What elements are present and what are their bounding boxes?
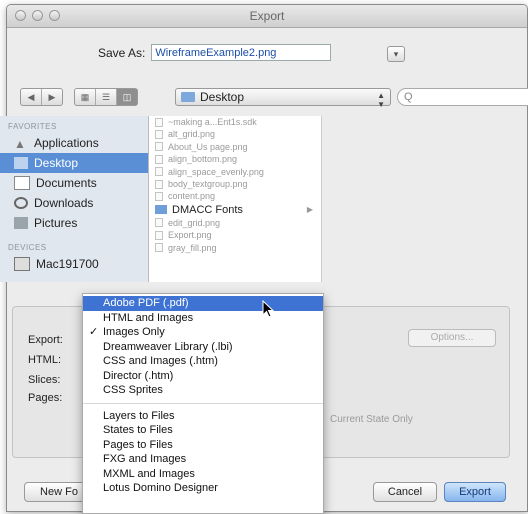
file-icon — [155, 218, 163, 228]
menu-item-html-and-images[interactable]: HTML and Images — [83, 311, 323, 326]
menu-item-pages-to-files[interactable]: Pages to Files — [83, 438, 323, 453]
column-view-icon[interactable]: ◫ — [117, 89, 137, 105]
list-item[interactable]: About_Us page.png — [149, 141, 321, 153]
menu-item-states-to-files[interactable]: States to Files — [83, 423, 323, 438]
menu-item-lotus-domino-designer[interactable]: Lotus Domino Designer — [83, 481, 323, 496]
location-popup[interactable]: Desktop ▲ ▼ — [175, 88, 391, 109]
list-view-icon[interactable]: ☰ — [96, 89, 117, 105]
computer-icon — [14, 257, 30, 271]
window-title: Export — [249, 9, 285, 23]
options-button[interactable]: Options... — [408, 329, 496, 347]
list-item[interactable]: align_bottom.png — [149, 153, 321, 165]
sidebar-item-label: Desktop — [34, 156, 79, 170]
sidebar-item-pictures[interactable]: Pictures — [0, 213, 148, 233]
file-icon — [155, 230, 163, 240]
back-icon[interactable]: ◀ — [21, 89, 42, 105]
export-label: Export: — [28, 334, 63, 346]
pages-label: Pages: — [28, 392, 63, 404]
current-state-only-checkbox[interactable]: Current State Only — [330, 414, 413, 425]
sidebar: FAVORITES ▲ Applications Desktop Documen… — [0, 116, 149, 282]
save-as-row: Save As: — [98, 44, 332, 61]
list-item[interactable]: align_space_evenly.png — [149, 166, 321, 178]
updown-arrows-icon: ▲ ▼ — [377, 91, 385, 109]
pictures-icon — [14, 217, 28, 229]
applications-icon: ▲ — [14, 137, 26, 151]
sidebar-item-documents[interactable]: Documents — [0, 173, 148, 193]
save-as-label: Save As: — [98, 45, 146, 60]
file-icon — [155, 142, 163, 152]
mouse-pointer-icon — [262, 300, 275, 318]
list-item[interactable]: content.png — [149, 190, 321, 202]
list-item-folder[interactable]: DMACC Fonts ▶ — [149, 203, 321, 217]
chevron-right-icon: ▶ — [306, 204, 313, 214]
folder-icon — [155, 205, 167, 215]
menu-item-layers-to-files[interactable]: Layers to Files — [83, 409, 323, 424]
html-label: HTML: — [28, 354, 61, 366]
menu-item-fxg-and-images[interactable]: FXG and Images — [83, 452, 323, 467]
list-item[interactable]: ~making a...Ent1s.sdk — [149, 116, 321, 128]
sidebar-item-label: Applications — [34, 136, 99, 150]
cancel-button[interactable]: Cancel — [373, 482, 437, 502]
file-list: ~making a...Ent1s.sdk alt_grid.png About… — [149, 116, 322, 282]
sidebar-item-label: Downloads — [34, 196, 94, 210]
icon-view-icon[interactable]: ▦ — [75, 89, 96, 105]
menu-item-css-sprites[interactable]: CSS Sprites — [83, 383, 323, 398]
menu-separator — [83, 402, 323, 404]
expand-dialog-button[interactable]: ▾ — [387, 46, 405, 62]
file-icon — [155, 192, 163, 202]
sidebar-item-mac191700[interactable]: Mac191700 — [0, 254, 148, 274]
file-icon — [155, 130, 163, 140]
desktop-icon — [14, 157, 28, 169]
list-item[interactable]: body_textgroup.png — [149, 178, 321, 190]
sidebar-item-downloads[interactable]: Downloads — [0, 193, 148, 213]
export-type-menu: Adobe PDF (.pdf) HTML and Images ✓ Images… — [82, 293, 324, 514]
location-label: Desktop — [200, 90, 245, 104]
list-item[interactable]: Export.png — [149, 229, 321, 241]
sidebar-item-label: Documents — [36, 176, 97, 190]
devices-header: DEVICES — [8, 243, 47, 252]
slices-label: Slices: — [28, 374, 61, 386]
view-mode-buttons: ▦ ☰ ◫ — [74, 88, 138, 106]
sidebar-item-label: Pictures — [34, 216, 78, 230]
checkmark-icon: ✓ — [89, 326, 99, 338]
title-bar: Export — [7, 5, 527, 28]
list-item[interactable]: alt_grid.png — [149, 128, 321, 140]
menu-item-images-only[interactable]: ✓ Images Only — [83, 325, 323, 340]
folder-icon — [181, 92, 195, 102]
export-button[interactable]: Export — [444, 482, 506, 502]
file-icon — [155, 243, 163, 253]
file-icon — [155, 179, 163, 189]
list-item[interactable]: edit_grid.png — [149, 217, 321, 229]
sidebar-item-desktop[interactable]: Desktop — [0, 153, 148, 173]
search-field[interactable]: Q — [397, 88, 528, 106]
favorites-header: FAVORITES — [8, 122, 57, 131]
menu-item-director[interactable]: Director (.htm) — [83, 369, 323, 384]
sidebar-item-label: Mac191700 — [36, 257, 99, 271]
menu-item-dreamweaver-library[interactable]: Dreamweaver Library (.lbi) — [83, 340, 323, 355]
menu-item-adobe-pdf[interactable]: Adobe PDF (.pdf) — [83, 296, 323, 311]
menu-item-mxml-and-images[interactable]: MXML and Images — [83, 467, 323, 482]
file-icon — [155, 117, 163, 127]
forward-icon[interactable]: ▶ — [42, 89, 62, 105]
save-as-field[interactable] — [151, 44, 332, 61]
browser-toolbar: ◀ ▶ ▦ ☰ ◫ Desktop ▲ ▼ Q — [12, 86, 528, 109]
list-item[interactable]: gray_fill.png — [149, 242, 321, 254]
sidebar-item-applications[interactable]: ▲ Applications — [0, 133, 148, 153]
back-forward-buttons: ◀ ▶ — [20, 88, 63, 106]
downloads-icon — [14, 197, 28, 209]
menu-item-css-and-images[interactable]: CSS and Images (.htm) — [83, 354, 323, 369]
file-icon — [155, 167, 163, 177]
file-icon — [155, 154, 163, 164]
documents-icon — [14, 176, 30, 190]
